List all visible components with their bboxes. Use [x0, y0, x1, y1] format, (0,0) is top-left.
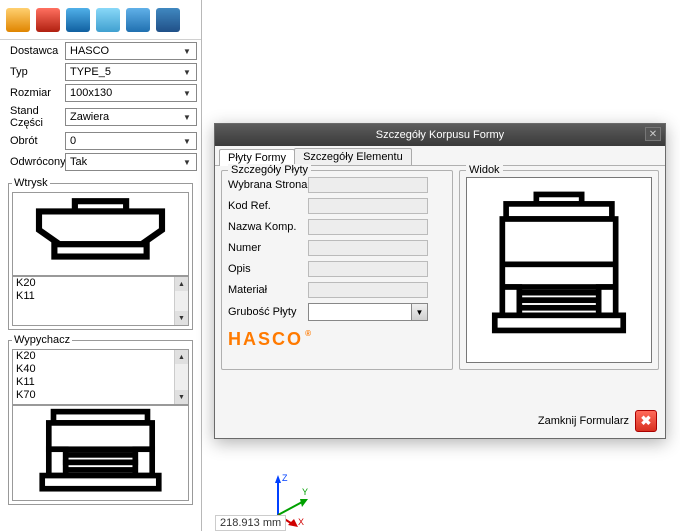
chevron-down-icon: ▼	[180, 155, 194, 169]
chevron-down-icon: ▼	[180, 86, 194, 100]
group-wypychacz: Wypychacz K20 K40 K11 K70 ▲▼	[8, 334, 193, 505]
field-wybrana-strona	[308, 177, 428, 193]
scrollbar[interactable]: ▲▼	[174, 350, 188, 404]
label-typ: Typ	[10, 66, 65, 78]
cup-icon[interactable]	[6, 8, 30, 32]
close-form-label[interactable]: Zamknij Formularz	[538, 415, 629, 427]
group-wtrysk: Wtrysk K20 K11 ▲▼	[8, 177, 193, 330]
dropdown-stand[interactable]: Zawiera ▼	[65, 108, 197, 126]
toolbar	[0, 0, 201, 40]
axis-z-label: Z	[282, 473, 288, 483]
label-opis: Opis	[228, 263, 308, 275]
scroll-up-icon[interactable]: ▲	[175, 277, 188, 291]
label-obrot: Obrót	[10, 135, 65, 147]
dropdown-odwrocony[interactable]: Tak ▼	[65, 153, 197, 171]
axis-x-label: X	[298, 517, 304, 527]
dropdown-grubosc-plyty[interactable]: ▼	[308, 303, 428, 321]
label-odwrocony: Odwrócony	[10, 156, 65, 168]
field-numer	[308, 240, 428, 256]
glasses-icon[interactable]	[96, 8, 120, 32]
value-obrot: 0	[70, 135, 76, 147]
list-item[interactable]: K11	[13, 290, 188, 303]
listbox-wypychacz[interactable]: K20 K40 K11 K70 ▲▼	[12, 349, 189, 405]
dialog-titlebar[interactable]: Szczegóły Korpusu Formy ✕	[215, 124, 665, 146]
dialog-footer: Zamknij Formularz ✖	[538, 410, 657, 432]
axis-y-label: Y	[302, 487, 308, 497]
mold-bottom-icon	[13, 406, 188, 500]
list-item[interactable]: K11	[13, 376, 188, 389]
scroll-down-icon[interactable]: ▼	[175, 390, 188, 404]
legend-wtrysk: Wtrysk	[12, 177, 50, 189]
dropdown-obrot[interactable]: 0▼	[65, 132, 197, 150]
chevron-down-icon: ▼	[180, 44, 194, 58]
list-item[interactable]: K20	[13, 350, 188, 363]
scroll-down-icon[interactable]: ▼	[175, 311, 188, 325]
side-panel: Dostawca HASCO ▼ Typ TYPE_5 ▼ Rozmiar 100x…	[0, 0, 202, 531]
chevron-down-icon: ▼	[180, 110, 194, 124]
dialog-moldbase-details: Szczegóły Korpusu Formy ✕ Płyty Formy Sz…	[214, 123, 666, 439]
block-icon[interactable]	[156, 8, 180, 32]
label-kod-ref: Kod Ref.	[228, 200, 308, 212]
preview-canvas	[466, 177, 652, 363]
list-item[interactable]: K70	[13, 389, 188, 402]
label-rozmiar: Rozmiar	[10, 87, 65, 99]
mold-full-icon	[474, 185, 644, 355]
preview-wypychacz	[12, 405, 189, 501]
label-nazwa-komp: Nazwa Komp.	[228, 221, 308, 233]
box-title-details: Szczegóły Płyty	[228, 164, 311, 176]
value-dostawca: HASCO	[70, 45, 109, 57]
field-nazwa-komp	[308, 219, 428, 235]
mold-top-icon	[13, 193, 188, 275]
value-typ: TYPE_5	[70, 66, 111, 78]
box-details: Szczegóły Płyty Wybrana Strona Kod Ref. …	[221, 170, 453, 370]
books-icon[interactable]	[66, 8, 90, 32]
label-dostawca: Dostawca	[10, 45, 65, 57]
tab-szczegoly-elementu[interactable]: Szczegóły Elementu	[294, 148, 412, 165]
chevron-down-icon: ▼	[180, 134, 194, 148]
close-form-button[interactable]: ✖	[635, 410, 657, 432]
pin-icon[interactable]	[36, 8, 60, 32]
preview-wtrysk	[12, 192, 189, 276]
field-opis	[308, 261, 428, 277]
label-grubosc-plyty: Grubość Płyty	[228, 306, 308, 318]
box-title-preview: Widok	[466, 164, 503, 176]
value-odwrocony: Tak	[70, 156, 87, 168]
chevron-down-icon: ▼	[411, 304, 427, 320]
legend-wypychacz: Wypychacz	[12, 334, 72, 346]
dialog-title: Szczegóły Korpusu Formy	[376, 129, 504, 141]
list-item[interactable]: K20	[13, 277, 188, 290]
field-material	[308, 282, 428, 298]
label-wybrana-strona: Wybrana Strona	[228, 179, 308, 191]
dialog-body: Szczegóły Płyty Wybrana Strona Kod Ref. …	[215, 166, 665, 374]
scroll-up-icon[interactable]: ▲	[175, 350, 188, 364]
close-icon[interactable]: ✕	[645, 127, 661, 141]
details-grid: Wybrana Strona Kod Ref. Nazwa Komp. Nume…	[228, 177, 446, 321]
chevron-down-icon: ▼	[180, 65, 194, 79]
dropdown-typ[interactable]: TYPE_5 ▼	[65, 63, 197, 81]
box-preview: Widok	[459, 170, 659, 370]
measurement-readout: 218.913 mm	[215, 515, 286, 531]
dropdown-rozmiar[interactable]: 100x130 ▼	[65, 84, 197, 102]
value-stand: Zawiera	[70, 111, 109, 123]
label-stand: Stand Części	[10, 105, 65, 129]
properties-grid: Dostawca HASCO ▼ Typ TYPE_5 ▼ Rozmiar 100x…	[0, 40, 201, 173]
field-kod-ref	[308, 198, 428, 214]
scrollbar[interactable]: ▲▼	[174, 277, 188, 325]
list-item[interactable]: K40	[13, 363, 188, 376]
tabstrip: Płyty Formy Szczegóły Elementu	[215, 146, 665, 166]
listbox-wtrysk[interactable]: K20 K11 ▲▼	[12, 276, 189, 326]
value-rozmiar: 100x130	[70, 87, 112, 99]
dropdown-dostawca[interactable]: HASCO ▼	[65, 42, 197, 60]
label-numer: Numer	[228, 242, 308, 254]
globe-icon[interactable]	[126, 8, 150, 32]
label-material: Materiał	[228, 284, 308, 296]
brand-logo: HASCO	[228, 329, 303, 350]
